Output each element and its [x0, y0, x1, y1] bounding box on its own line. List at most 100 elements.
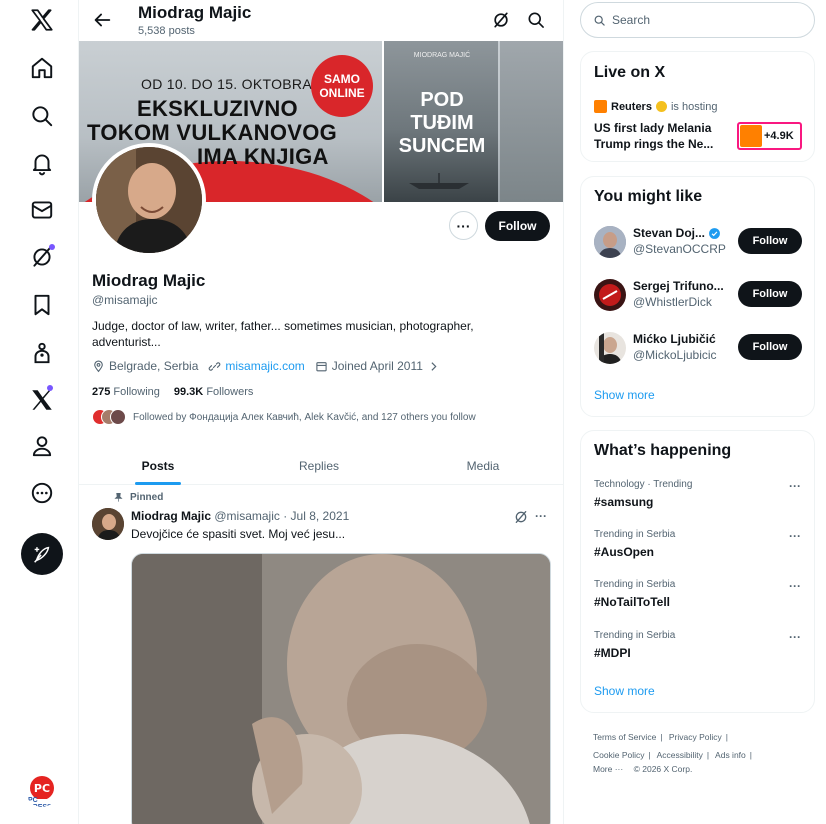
profile-more-button[interactable]: ··· [449, 211, 478, 240]
suggestion-item[interactable]: Mićko Ljubičić @MickoLjubicic Follow [594, 332, 809, 372]
search-icon [594, 15, 605, 26]
live-card-title: Live on X [594, 64, 666, 81]
feather-icon [34, 546, 50, 563]
trend-more-button[interactable]: ··· [789, 630, 801, 644]
trend-item[interactable]: Trending in Serbia #NoTailToTell ··· [594, 579, 809, 617]
cookie-link[interactable]: Cookie Policy [593, 750, 645, 760]
suggestion-name: Stevan Doj... [633, 226, 721, 240]
post-photo[interactable] [131, 553, 551, 824]
trend-more-button[interactable]: ··· [789, 479, 801, 493]
trend-item[interactable]: Trending in Serbia #AusOpen ··· [594, 529, 809, 567]
follow-button[interactable]: Follow [738, 334, 802, 360]
trend-category: Technology · Trending [594, 479, 693, 490]
follow-button[interactable]: Follow [485, 211, 550, 241]
header-profile-name: Miodrag Majic [138, 3, 252, 22]
profile-avatar[interactable] [92, 143, 206, 257]
more-icon[interactable] [26, 477, 58, 509]
account-badge-text: PC PRESS [28, 797, 52, 807]
post-handle-date[interactable]: @misamajic · Jul 8, 2021 [214, 509, 349, 523]
live-headline[interactable]: US first lady Melania Trump rings the Ne… [594, 120, 729, 152]
trend-item[interactable]: Trending in Serbia #MDPI ··· [594, 630, 809, 668]
follow-button[interactable]: Follow [738, 228, 802, 254]
communities-icon[interactable] [26, 337, 58, 369]
avatar [594, 226, 626, 258]
accessibility-link[interactable]: Accessibility [657, 750, 703, 760]
tab-replies[interactable]: Replies [259, 447, 379, 485]
followers-link[interactable]: 99.3K Followers [174, 386, 254, 398]
search-input[interactable]: Search [580, 2, 815, 38]
bookmarks-icon[interactable] [26, 289, 58, 321]
profile-bio: Judge, doctor of law, writer, father... … [92, 319, 474, 349]
suggestion-item[interactable]: Stevan Doj... @StevanOCCRP Follow [594, 226, 809, 266]
profile-meta: Belgrade, Serbia misamajic.com Joined Ap… [92, 359, 440, 373]
premium-notification-dot [47, 385, 53, 391]
terms-link[interactable]: Terms of Service [593, 732, 656, 742]
explore-icon[interactable] [26, 100, 58, 132]
who-to-follow-card: You might like Stevan Doj... @StevanOCCR… [580, 176, 815, 417]
follow-button[interactable]: Follow [738, 281, 802, 307]
banner-headline-1: EKSKLUZIVNO [137, 96, 298, 121]
live-listener-badge[interactable]: +4.9K [737, 122, 802, 150]
pin-icon [114, 493, 123, 502]
trend-category: Trending in Serbia [594, 579, 676, 590]
trend-more-button[interactable]: ··· [789, 529, 801, 543]
verified-gold-icon [655, 101, 667, 112]
x-logo-icon[interactable] [26, 4, 58, 36]
suggestions-title: You might like [594, 188, 703, 205]
profile-icon[interactable] [26, 430, 58, 462]
suggestions-show-more[interactable]: Show more [594, 388, 655, 402]
search-icon[interactable] [526, 10, 546, 30]
profile-header-bar: Miodrag Majic 5,538 posts [79, 0, 563, 41]
avatar [594, 279, 626, 311]
trend-item[interactable]: Technology · Trending #samsung ··· [594, 479, 809, 517]
account-avatar[interactable]: PC PC PRESS [26, 775, 58, 807]
trend-name: #samsung [594, 495, 654, 509]
left-nav: PC PC PRESS [0, 0, 78, 824]
trend-name: #NoTailToTell [594, 595, 671, 609]
back-arrow-icon[interactable] [91, 9, 113, 31]
followed-by-avatars [92, 409, 126, 425]
live-host[interactable]: Reuters is hosting [594, 100, 717, 113]
book-author: MIODRAG MAJIĆ [413, 52, 471, 59]
following-link[interactable]: 275 Following [92, 386, 160, 398]
suggestion-item[interactable]: Sergej Trifuno... @WhistlerDick Follow [594, 279, 809, 319]
svg-text:PC: PC [34, 782, 50, 795]
compose-post-button[interactable] [21, 533, 63, 575]
profile-joined[interactable]: Joined April 2011 [315, 359, 440, 373]
avatar [594, 332, 626, 364]
avatar [110, 409, 126, 425]
profile-photo [96, 147, 202, 253]
footer-links: Terms of Service | Privacy Policy | Cookie… [593, 732, 752, 774]
post-text: Devojčice će spasiti svet. Moj već jesu.… [131, 527, 346, 541]
post-more-button[interactable]: ··· [535, 509, 547, 523]
notifications-icon[interactable] [26, 147, 58, 179]
suggestion-handle: @WhistlerDick [633, 295, 712, 309]
profile-display-name: Miodrag Majic [92, 271, 206, 290]
tab-posts[interactable]: Posts [99, 447, 217, 485]
banner-dates: OD 10. DO 15. OKTOBRA [141, 76, 312, 92]
profile-tabs: Posts Replies Media [79, 447, 563, 485]
grok-icon[interactable] [26, 241, 58, 273]
profile-website[interactable]: misamajic.com [208, 359, 305, 373]
grok-icon[interactable] [491, 10, 511, 30]
post-author-name[interactable]: Miodrag Majic [131, 509, 211, 523]
post-photo-image [132, 554, 550, 824]
footer-more-link[interactable]: More ··· [593, 764, 623, 774]
chevron-right-icon [431, 361, 437, 371]
grok-icon[interactable] [513, 509, 529, 525]
premium-icon[interactable] [26, 384, 58, 416]
home-icon[interactable] [26, 52, 58, 84]
grok-notification-dot [49, 244, 55, 250]
post-author-avatar[interactable] [92, 508, 124, 540]
privacy-link[interactable]: Privacy Policy [669, 732, 722, 742]
trends-title: What’s happening [594, 442, 732, 459]
tab-media[interactable]: Media [423, 447, 543, 485]
trend-more-button[interactable]: ··· [789, 579, 801, 593]
trends-show-more[interactable]: Show more [594, 684, 655, 698]
ads-info-link[interactable]: Ads info [715, 750, 746, 760]
profile-location: Belgrade, Serbia [92, 359, 198, 373]
followed-by[interactable]: Followed by Фондација Алек Кавчић, Alek … [92, 409, 476, 425]
messages-icon[interactable] [26, 194, 58, 226]
boat-icon [409, 173, 469, 189]
suggestion-handle: @MickoLjubicic [633, 348, 717, 362]
